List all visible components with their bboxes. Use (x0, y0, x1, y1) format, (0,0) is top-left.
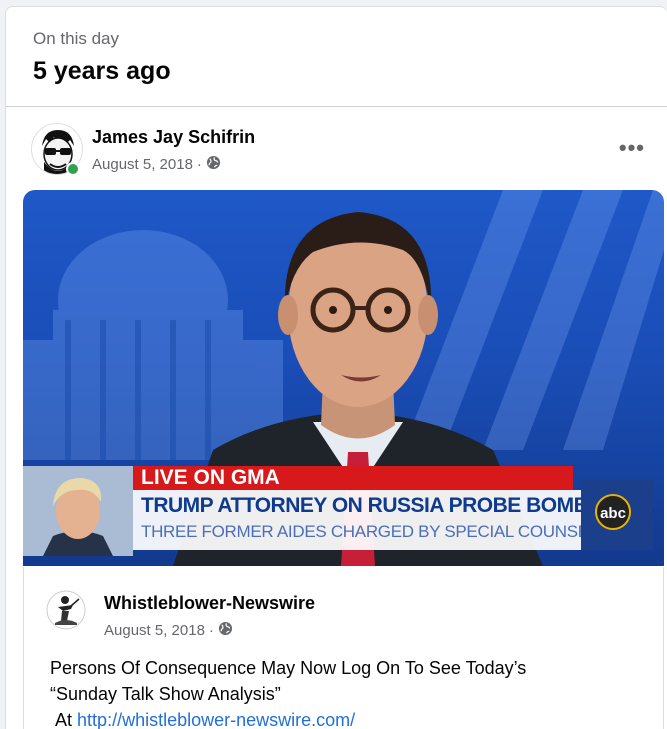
memory-header: On this day 5 years ago (6, 7, 667, 107)
shared-page-name[interactable]: Whistleblower-Newswire (104, 593, 315, 614)
chyron: TRUMP ATTORNEY ON RUSSIA PROBE BOMBSHELL… (133, 490, 655, 550)
shared-url-link[interactable]: http://whistleblower-newswire.com/ (77, 710, 355, 729)
post-date[interactable]: August 5, 2018 (92, 156, 193, 173)
globe-icon (206, 155, 221, 174)
memory-years-ago: 5 years ago (33, 57, 171, 85)
more-options-button[interactable]: ••• (619, 135, 645, 161)
globe-icon (218, 621, 233, 640)
memory-kicker: On this day (33, 29, 119, 48)
page-avatar[interactable] (45, 589, 87, 631)
shared-post-text: Persons Of Consequence May Now Log On To… (50, 655, 650, 729)
chyron-headline: TRUMP ATTORNEY ON RUSSIA PROBE BOMBSHELL (141, 494, 655, 517)
shared-text-line3: At http://whistleblower-newswire.com/ (50, 707, 650, 729)
shared-text-at: At (55, 710, 73, 729)
post-meta: August 5, 2018 · (92, 155, 221, 174)
post-video-thumbnail[interactable]: LIVE ON GMA TRUMP ATTORNEY ON RUSSIA PRO… (23, 190, 664, 566)
network-logo-box: abc (581, 480, 653, 550)
shared-text-line2: “Sunday Talk Show Analysis” (50, 684, 281, 704)
shared-text-line1: Persons Of Consequence May Now Log On To… (50, 658, 527, 678)
meta-separator: · (208, 622, 214, 639)
meta-separator: · (196, 156, 202, 173)
online-status-dot (66, 162, 80, 176)
shared-post-meta: August 5, 2018 · (104, 621, 233, 640)
live-banner: LIVE ON GMA (133, 466, 573, 490)
chyron-subheadline: THREE FORMER AIDES CHARGED BY SPECIAL CO… (141, 522, 598, 541)
post-author-name[interactable]: James Jay Schifrin (92, 127, 255, 148)
inset-photo (23, 466, 133, 556)
on-this-day-panel: On this day 5 years ago James Jay Schifr… (5, 6, 667, 729)
abc-logo: abc (595, 494, 631, 530)
shared-post-date[interactable]: August 5, 2018 (104, 622, 205, 639)
post-header: James Jay Schifrin August 5, 2018 · ••• (6, 108, 667, 188)
shared-post-card[interactable]: Whistleblower-Newswire August 5, 2018 · … (23, 567, 664, 729)
